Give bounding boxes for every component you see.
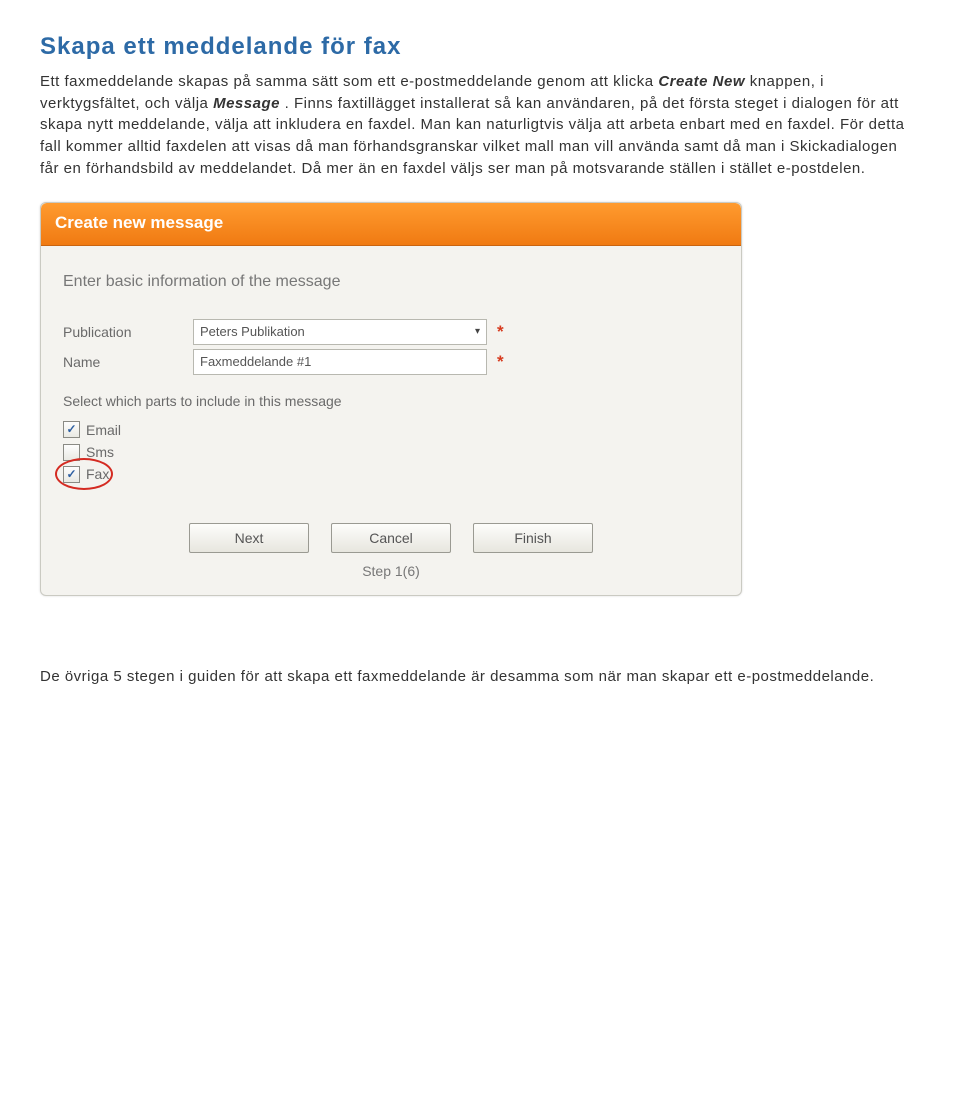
publication-row: Publication Peters Publikation ▾ * — [63, 319, 719, 345]
fax-checkbox[interactable]: ✓ — [63, 466, 80, 483]
intro-em-message: Message — [213, 95, 280, 112]
fax-check-row: ✓ Fax — [63, 464, 719, 484]
sms-checkbox[interactable] — [63, 444, 80, 461]
page-title: Skapa ett meddelande för fax — [40, 30, 920, 65]
footer-paragraph: De övriga 5 stegen i guiden för att skap… — [40, 666, 920, 688]
fax-highlight-circle: ✓ Fax — [63, 464, 109, 484]
parts-label: Select which parts to include in this me… — [63, 391, 719, 411]
dialog-body: Enter basic information of the message P… — [41, 246, 741, 595]
chevron-down-icon: ▾ — [475, 325, 480, 340]
sms-check-row: Sms — [63, 442, 719, 462]
name-row: Name Faxmeddelande #1 * — [63, 349, 719, 375]
email-check-label: Email — [86, 420, 121, 440]
email-checkbox[interactable]: ✓ — [63, 421, 80, 438]
step-indicator: Step 1(6) — [63, 561, 719, 581]
next-button[interactable]: Next — [189, 523, 309, 553]
dialog-title: Create new message — [55, 213, 223, 232]
required-indicator: * — [497, 320, 504, 345]
cancel-button[interactable]: Cancel — [331, 523, 451, 553]
enter-info-label: Enter basic information of the message — [63, 270, 719, 293]
sms-check-label: Sms — [86, 442, 114, 462]
name-value: Faxmeddelande #1 — [200, 353, 311, 372]
create-message-dialog: Create new message Enter basic informati… — [40, 202, 742, 597]
dialog-button-row: Next Cancel Finish — [63, 523, 719, 553]
name-input[interactable]: Faxmeddelande #1 — [193, 349, 487, 375]
email-check-row: ✓ Email — [63, 420, 719, 440]
intro-paragraph: Ett faxmeddelande skapas på samma sätt s… — [40, 71, 920, 180]
dialog-screenshot: Create new message Enter basic informati… — [40, 202, 920, 597]
required-indicator: * — [497, 350, 504, 375]
fax-check-label: Fax — [86, 464, 109, 484]
publication-value: Peters Publikation — [200, 323, 305, 342]
intro-em-create-new: Create New — [658, 73, 745, 90]
finish-button[interactable]: Finish — [473, 523, 593, 553]
publication-label: Publication — [63, 322, 193, 342]
intro-text-a: Ett faxmeddelande skapas på samma sätt s… — [40, 73, 658, 90]
publication-select[interactable]: Peters Publikation ▾ — [193, 319, 487, 345]
name-label: Name — [63, 352, 193, 372]
dialog-header: Create new message — [41, 203, 741, 247]
